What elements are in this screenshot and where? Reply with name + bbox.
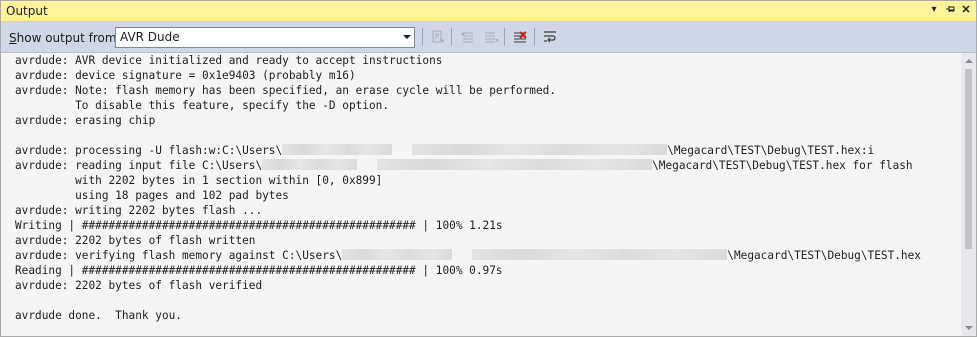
close-icon[interactable] — [959, 3, 973, 17]
output-line: To disable this feature, specify the -D … — [15, 98, 921, 113]
output-line: avrdude: Note: flash memory has been spe… — [15, 83, 921, 98]
output-line-text: avrdude: writing 2202 bytes flash ... — [15, 204, 263, 217]
output-line-text: avrdude: Note: flash memory has been spe… — [15, 84, 556, 97]
output-line: Writing | ##############################… — [15, 218, 921, 233]
next-message-icon[interactable] — [482, 29, 498, 45]
redacted-path — [472, 249, 728, 260]
toolbar-separator — [451, 28, 452, 46]
output-toolbar: Show output from: AVR Dude — [1, 22, 976, 53]
redacted-path — [377, 159, 653, 170]
output-line-text: avrdude: reading input file C:\Users\ — [15, 159, 263, 172]
toolbar-separator — [504, 28, 505, 46]
output-line: Reading | ##############################… — [15, 263, 921, 278]
output-line: avrdude: 2202 bytes of flash verified — [15, 278, 921, 293]
output-line-suffix: \Megacard\TEST\Debug\TEST.hex — [727, 249, 921, 262]
output-source-value: AVR Dude — [120, 30, 180, 44]
redacted-path — [412, 144, 668, 155]
output-line-text: To disable this feature, specify the -D … — [15, 99, 390, 112]
output-line-text: avrdude: 2202 bytes of flash verified — [15, 279, 263, 292]
output-line-text: avrdude: AVR device initialized and read… — [15, 54, 443, 67]
output-line: avrdude: verifying flash memory against … — [15, 248, 921, 263]
output-line-text: avrdude: device signature = 0x1e9403 (pr… — [15, 69, 356, 82]
output-line: with 2202 bytes in 1 section within [0, … — [15, 173, 921, 188]
redacted-path — [262, 159, 358, 170]
output-text-area[interactable]: avrdude: AVR device initialized and read… — [1, 53, 961, 336]
output-lines: avrdude: AVR device initialized and read… — [15, 53, 921, 323]
panel-title: Output — [6, 4, 48, 18]
output-line: avrdude: 2202 bytes of flash written — [15, 233, 921, 248]
output-line: avrdude: writing 2202 bytes flash ... — [15, 203, 921, 218]
chevron-down-icon — [403, 35, 411, 39]
output-line-text: avrdude: erasing chip — [15, 114, 156, 127]
output-titlebar: Output ▾ — [1, 1, 976, 22]
output-line-suffix: \Megacard\TEST\Debug\TEST.hex:i — [667, 144, 875, 157]
output-line: avrdude: processing -U flash:w:C:\Users\… — [15, 143, 921, 158]
toolbar-separator — [534, 28, 535, 46]
output-line-text: avrdude: 2202 bytes of flash written — [15, 234, 256, 247]
word-wrap-icon[interactable] — [542, 29, 558, 45]
scroll-down-icon[interactable] — [965, 326, 973, 330]
find-message-icon[interactable] — [430, 29, 446, 45]
output-line: using 18 pages and 102 pad bytes — [15, 188, 921, 203]
toolbar-separator — [422, 28, 423, 46]
output-line-text: avrdude: verifying flash memory against … — [15, 249, 343, 262]
output-line-suffix: \Megacard\TEST\Debug\TEST.hex for flash — [652, 159, 913, 172]
output-line-text: avrdude done. Thank you. — [15, 309, 182, 322]
output-line-text: avrdude: processing -U flash:w:C:\Users\ — [15, 144, 283, 157]
output-line-text: Reading | ##############################… — [15, 264, 503, 277]
output-line: avrdude: erasing chip — [15, 113, 921, 128]
output-line: avrdude: reading input file C:\Users\ \Me… — [15, 158, 921, 173]
output-line: avrdude: device signature = 0x1e9403 (pr… — [15, 68, 921, 83]
scroll-up-icon[interactable] — [965, 59, 973, 63]
output-line-text: with 2202 bytes in 1 section within [0, … — [15, 174, 383, 187]
output-line: avrdude: AVR device initialized and read… — [15, 53, 921, 68]
clear-all-icon[interactable] — [512, 29, 528, 45]
redacted-path — [282, 144, 393, 155]
output-line: avrdude done. Thank you. — [15, 308, 921, 323]
output-window: Output ▾ Show output from: AVR Dude avrd… — [0, 0, 977, 337]
previous-message-icon[interactable] — [460, 29, 476, 45]
scrollbar-thumb[interactable] — [965, 69, 972, 249]
output-source-select[interactable]: AVR Dude — [115, 27, 415, 48]
redacted-path — [342, 249, 453, 260]
pin-icon[interactable] — [943, 3, 957, 17]
dropdown-icon[interactable]: ▾ — [927, 3, 941, 17]
vertical-scrollbar[interactable] — [961, 53, 976, 336]
output-line-text: Writing | ##############################… — [15, 219, 503, 232]
output-line-text: using 18 pages and 102 pad bytes — [15, 189, 289, 202]
show-output-from-label: Show output from: — [9, 31, 121, 45]
